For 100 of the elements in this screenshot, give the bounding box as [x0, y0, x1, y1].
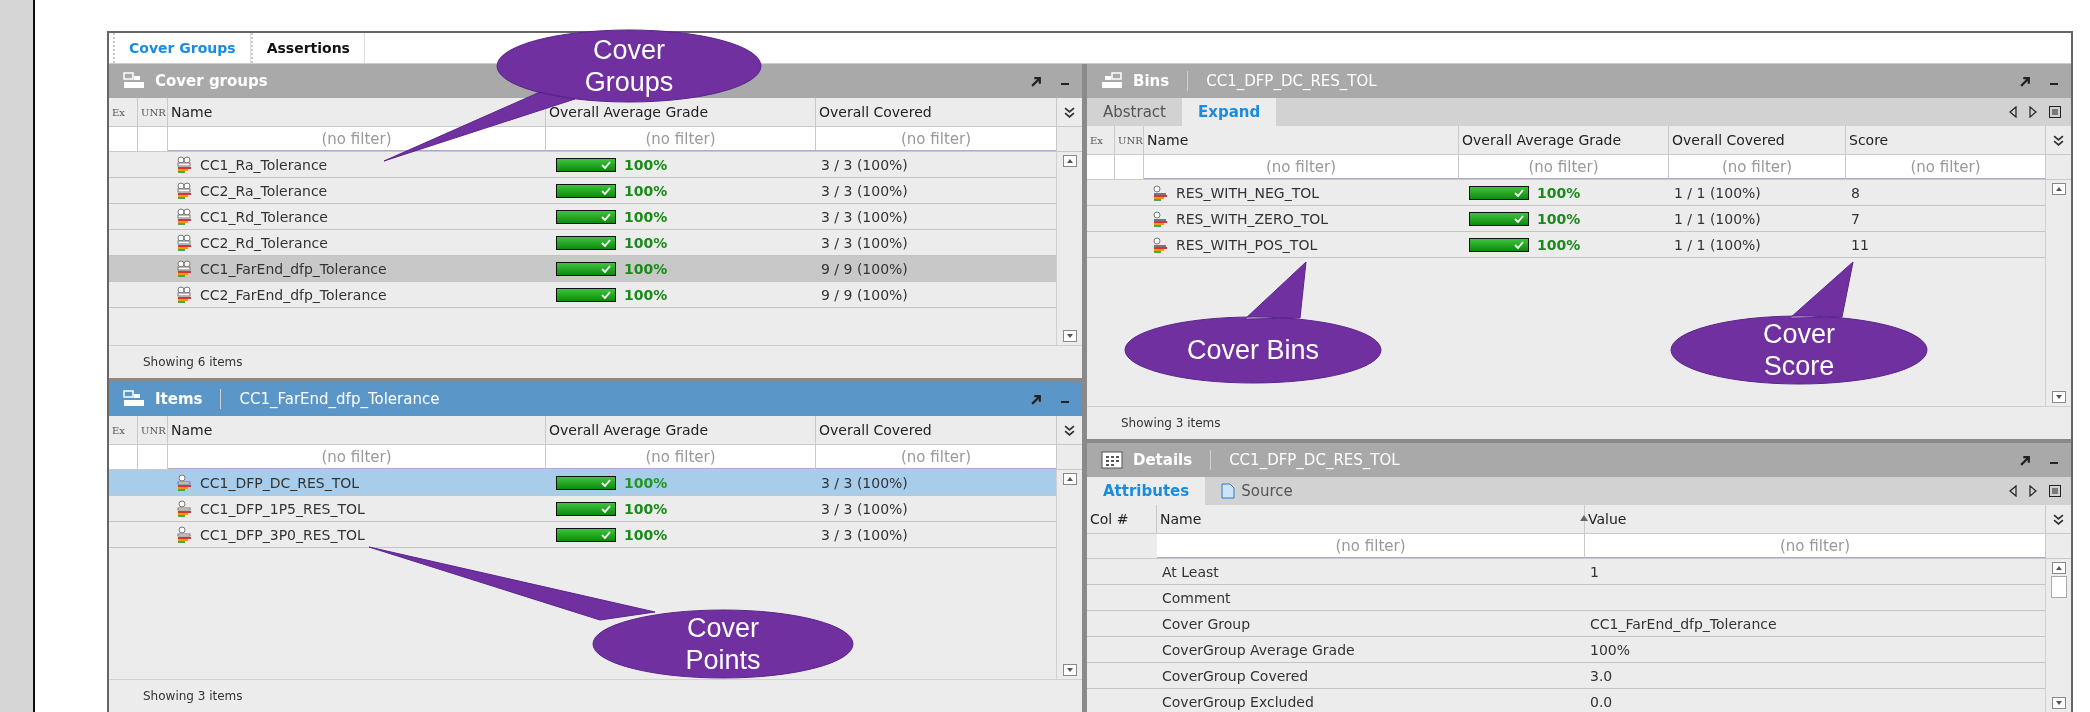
- column-header[interactable]: Overall Average Grade: [546, 416, 816, 444]
- scroll-up-icon[interactable]: [2051, 183, 2066, 195]
- column-header[interactable]: UNR: [138, 416, 168, 444]
- name-text: CC2_FarEnd_dfp_Tolerance: [200, 286, 387, 303]
- maximize-icon[interactable]: [1031, 393, 1042, 405]
- attribute-name: CoverGroup Average Grade: [1162, 641, 1355, 658]
- table-row[interactable]: CC1_DFP_DC_RES_TOL 100% 3 / 3 (100%): [109, 470, 1056, 496]
- filter-field[interactable]: (no filter): [1157, 534, 1585, 558]
- column-header[interactable]: Ex: [109, 98, 138, 126]
- status-text: Showing 3 items: [143, 689, 243, 703]
- grade-value: 100%: [624, 526, 668, 543]
- maximize-icon[interactable]: [1031, 75, 1042, 87]
- panel-tab[interactable]: Abstract: [1087, 98, 1182, 126]
- tab-left-icon[interactable]: [2009, 106, 2017, 118]
- grade-value: 100%: [624, 156, 668, 173]
- scroll-up-icon[interactable]: [1062, 473, 1077, 485]
- scroll-up-icon[interactable]: [2051, 562, 2066, 574]
- attribute-name: At Least: [1162, 563, 1219, 580]
- panel-subtitle: CC1_FarEnd_dfp_Tolerance: [239, 390, 440, 408]
- column-header[interactable]: UNR: [138, 98, 168, 126]
- covered-value: 9 / 9 (100%): [820, 259, 909, 279]
- covered-value: 1 / 1 (100%): [1673, 209, 1762, 229]
- name-text: RES_WITH_ZERO_TOL: [1176, 210, 1329, 227]
- filter-field[interactable]: (no filter): [168, 127, 546, 151]
- column-chooser-icon[interactable]: [2053, 513, 2064, 525]
- cover-bin-icon: [1152, 209, 1168, 228]
- cover-group-icon: [176, 155, 192, 174]
- filter-field[interactable]: (no filter): [1585, 534, 2046, 558]
- cover-point-icon: [176, 473, 192, 492]
- grade-value: 100%: [624, 234, 668, 251]
- maximize-icon[interactable]: [2020, 75, 2031, 87]
- column-header[interactable]: Ex: [109, 416, 138, 444]
- grade-value: 100%: [1537, 210, 1581, 227]
- name-text: CC1_Rd_Tolerance: [200, 208, 328, 225]
- scroll-thumb[interactable]: [2050, 576, 2067, 598]
- filter-field[interactable]: (no filter): [546, 445, 816, 469]
- grade-value: 100%: [1537, 184, 1581, 201]
- cover-point-icon: [176, 525, 192, 544]
- filter-field[interactable]: (no filter): [1459, 155, 1669, 179]
- cover-point-icon: [176, 499, 192, 518]
- column-header[interactable]: Name: [168, 416, 546, 444]
- filter-field[interactable]: (no filter): [1144, 155, 1459, 179]
- filter-field[interactable]: (no filter): [1846, 155, 2046, 179]
- attribute-name: Comment: [1162, 589, 1231, 606]
- column-chooser-icon[interactable]: [2053, 134, 2064, 146]
- name-text: CC1_DFP_1P5_RES_TOL: [200, 500, 365, 517]
- cover-group-icon: [176, 233, 192, 252]
- tab-right-icon[interactable]: [2029, 485, 2037, 497]
- cover-group-icon: [176, 181, 192, 200]
- column-header[interactable]: UNR: [1115, 126, 1144, 154]
- grade-bar: [556, 527, 616, 542]
- grade-bar: [556, 209, 616, 224]
- column-header[interactable]: Ex: [1087, 126, 1115, 154]
- grade-bar: [556, 157, 616, 172]
- column-header[interactable]: Overall Covered: [1669, 126, 1846, 154]
- scroll-down-icon[interactable]: [1062, 330, 1077, 342]
- panel-title: Bins: [1133, 72, 1170, 90]
- table-row[interactable]: CC1_FarEnd_dfp_Tolerance 100% 9 / 9 (100%): [109, 256, 1056, 282]
- grade-value: 100%: [624, 500, 668, 517]
- maximize-icon[interactable]: [2020, 454, 2031, 466]
- cover-bin-icon: [1152, 183, 1168, 202]
- filter-field[interactable]: (no filter): [546, 127, 816, 151]
- panel-title: Details: [1133, 451, 1193, 469]
- column-header[interactable]: Overall Average Grade: [1459, 126, 1669, 154]
- filter-field[interactable]: (no filter): [1669, 155, 1846, 179]
- tab-list-icon[interactable]: [2049, 485, 2061, 497]
- grade-bar: [556, 235, 616, 250]
- calendar-icon: [1101, 451, 1123, 469]
- tab-right-icon[interactable]: [2029, 106, 2037, 118]
- grade-value: 100%: [624, 208, 668, 225]
- scroll-down-icon[interactable]: [2051, 697, 2066, 709]
- grade-bar: [556, 501, 616, 516]
- attribute-value: 0.0: [1590, 693, 1613, 710]
- attribute-value: 3.0: [1590, 667, 1613, 684]
- column-header[interactable]: Name: [1144, 126, 1459, 154]
- column-chooser-icon[interactable]: [1064, 106, 1075, 118]
- name-text: CC1_DFP_3P0_RES_TOL: [200, 526, 365, 543]
- column-chooser-icon[interactable]: [1064, 424, 1075, 436]
- scroll-down-icon[interactable]: [1062, 664, 1077, 676]
- column-header[interactable]: Col #: [1087, 505, 1157, 533]
- filter-field[interactable]: (no filter): [816, 445, 1057, 469]
- tab-left-icon[interactable]: [2009, 485, 2017, 497]
- covered-value: 3 / 3 (100%): [820, 181, 909, 201]
- view-tab[interactable]: Assertions: [250, 33, 365, 63]
- name-text: CC1_FarEnd_dfp_Tolerance: [200, 260, 387, 277]
- filter-field[interactable]: (no filter): [816, 127, 1057, 151]
- cover-group-icon: [176, 285, 192, 304]
- view-tab[interactable]: Cover Groups: [113, 33, 251, 63]
- name-text: RES_WITH_POS_TOL: [1176, 236, 1318, 253]
- panel-subtitle: CC1_DFP_DC_RES_TOL: [1206, 72, 1377, 90]
- attribute-name: Cover Group: [1162, 615, 1251, 632]
- panel-tab[interactable]: Source: [1205, 477, 1309, 505]
- name-text: CC1_DFP_DC_RES_TOL: [200, 474, 360, 491]
- scroll-down-icon[interactable]: [2051, 391, 2066, 403]
- tab-list-icon[interactable]: [2049, 106, 2061, 118]
- status-text: Showing 6 items: [143, 355, 243, 369]
- scroll-up-icon[interactable]: [1062, 155, 1077, 167]
- cover-group-icon: [176, 259, 192, 278]
- filter-field[interactable]: (no filter): [168, 445, 546, 469]
- score-value: 7: [1850, 209, 1861, 229]
